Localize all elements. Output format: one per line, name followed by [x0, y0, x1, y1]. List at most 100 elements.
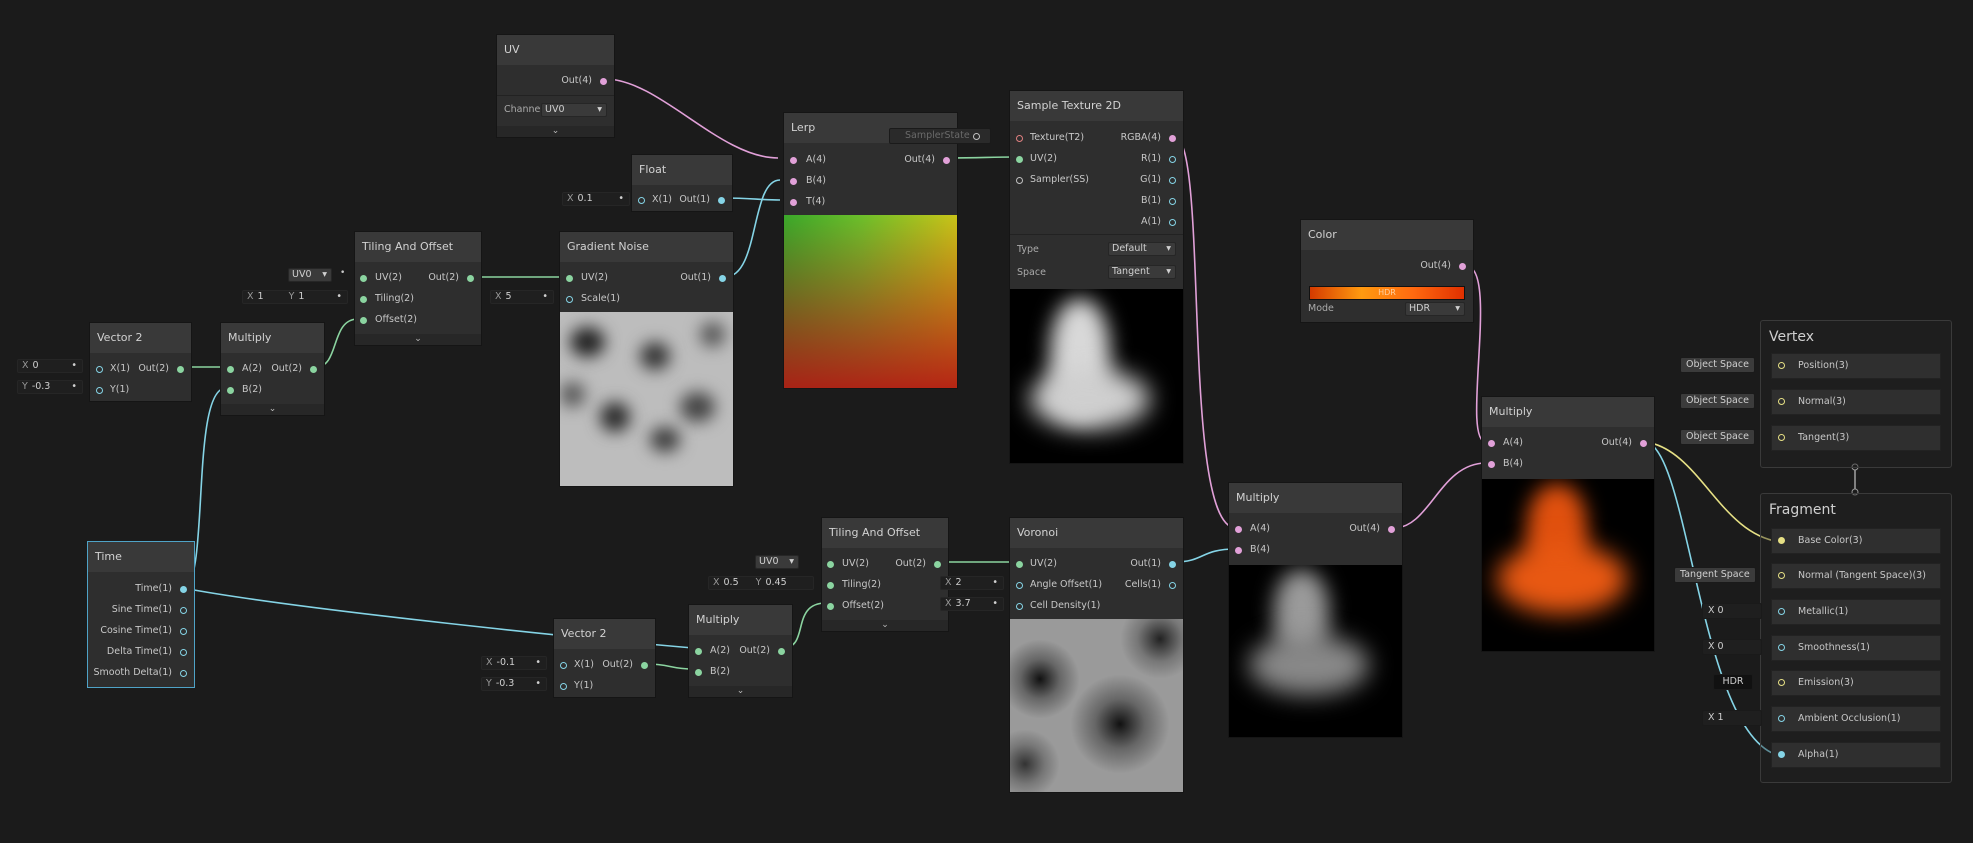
lerp-a-port[interactable] [790, 157, 797, 164]
fragment-alpha-port[interactable] [1778, 751, 1785, 758]
multiply-node-4[interactable]: Multiply A(4) B(4) Out(4) [1481, 396, 1655, 652]
gradient-scale-field[interactable]: X5 • [490, 290, 554, 304]
fragment-ao-port[interactable] [1778, 715, 1785, 722]
multiply-node-1[interactable]: Multiply A(2) B(2) Out(2) ⌄ [220, 322, 325, 416]
mult2-b-port[interactable] [695, 669, 702, 676]
voronoi-node[interactable]: Voronoi UV(2) Angle Offset(1) Cell Densi… [1009, 517, 1184, 793]
tiling2-tiling-port[interactable] [827, 582, 834, 589]
sample-rgba-port[interactable] [1169, 135, 1176, 142]
mult2-a-port[interactable] [695, 648, 702, 655]
vector2-node-a[interactable]: Vector 2 X(1) Y(1) Out(2) [89, 322, 192, 402]
gradient-noise-node[interactable]: Gradient Noise UV(2) Scale(1) Out(1) [559, 231, 734, 487]
tiling1-uv-dropdown[interactable]: UV0 ▾ [288, 268, 332, 282]
gradient-out-port[interactable] [719, 275, 726, 282]
mult2-out-port[interactable] [778, 648, 785, 655]
mult1-out-port[interactable] [310, 366, 317, 373]
uv-out-port[interactable] [600, 78, 607, 85]
sample-uv-in-port[interactable] [1016, 156, 1023, 163]
time-port-smooth-delta[interactable] [180, 670, 187, 677]
vertex-normal-port[interactable] [1778, 398, 1785, 405]
multiply-node-3[interactable]: Multiply A(4) B(4) Out(4) [1228, 482, 1403, 738]
tiling2-offset-port[interactable] [827, 603, 834, 610]
vertex-normal-space-chip[interactable]: Object Space [1680, 393, 1755, 409]
vec2a-out-port[interactable] [177, 366, 184, 373]
tiling1-offset-port[interactable] [360, 317, 367, 324]
fragment-metallic-field[interactable]: X 0 [1702, 603, 1762, 619]
color-mode-dropdown[interactable]: HDR ▾ [1405, 302, 1465, 316]
sample-texture-2d-node[interactable]: Sample Texture 2D Texture(T2) UV(2) Samp… [1009, 90, 1184, 464]
float-in-port[interactable] [638, 197, 645, 204]
fragment-context[interactable]: Fragment Base Color(3) Normal (Tangent S… [1760, 493, 1952, 783]
mult2-expand-toggle[interactable]: ⌄ [689, 686, 792, 697]
sample-a-port[interactable] [1169, 219, 1176, 226]
time-port-sine[interactable] [180, 607, 187, 614]
mult1-a-port[interactable] [227, 366, 234, 373]
vec2b-out-port[interactable] [641, 662, 648, 669]
vertex-position-space-chip[interactable]: Object Space [1680, 357, 1755, 373]
sample-b-port[interactable] [1169, 198, 1176, 205]
tiling1-expand-toggle[interactable]: ⌄ [355, 334, 481, 345]
vec2b-x-field[interactable]: X -0.1 • [481, 656, 547, 670]
fragment-slot-smoothness[interactable]: Smoothness(1) [1771, 635, 1941, 661]
vec2b-y-field[interactable]: Y -0.3 • [481, 677, 547, 691]
tiling2-out-port[interactable] [934, 561, 941, 568]
float-out-port[interactable] [718, 197, 725, 204]
tiling1-uv-port[interactable] [360, 275, 367, 282]
tiling-and-offset-node-2[interactable]: Tiling And Offset UV(2) Tiling(2) Offset… [821, 517, 949, 632]
mult4-b-port[interactable] [1488, 461, 1495, 468]
color-swatch[interactable]: HDR [1309, 286, 1465, 300]
voronoi-density-field[interactable]: X 3.7 • [940, 597, 1004, 611]
tiling1-tiling-field[interactable]: X1 Y1 • [242, 290, 348, 304]
fragment-metallic-port[interactable] [1778, 608, 1785, 615]
sample-space-dropdown[interactable]: Tangent ▾ [1108, 265, 1176, 279]
fragment-slot-alpha[interactable]: Alpha(1) [1771, 742, 1941, 768]
tiling1-out-port[interactable] [467, 275, 474, 282]
color-node[interactable]: Color Out(4) HDR Mode HDR ▾ [1300, 219, 1474, 323]
time-port-delta[interactable] [180, 649, 187, 656]
fragment-smoothness-field[interactable]: X 0 [1702, 639, 1762, 655]
vertex-slot-normal[interactable]: Normal(3) [1771, 389, 1941, 415]
vertex-tangent-port[interactable] [1778, 434, 1785, 441]
mult3-out-port[interactable] [1388, 526, 1395, 533]
mult1-b-port[interactable] [227, 387, 234, 394]
vec2a-y-port[interactable] [96, 387, 103, 394]
fragment-slot-base-color[interactable]: Base Color(3) [1771, 528, 1941, 554]
vec2a-y-field[interactable]: Y -0.3 • [17, 380, 83, 394]
sample-g-port[interactable] [1169, 177, 1176, 184]
voronoi-out-port[interactable] [1169, 561, 1176, 568]
sample-type-dropdown[interactable]: Default ▾ [1108, 242, 1176, 256]
uv-node[interactable]: UV Out(4) Channel UV0 ▾ ⌄ [496, 34, 615, 138]
mult1-expand-toggle[interactable]: ⌄ [221, 404, 324, 415]
voronoi-angle-field[interactable]: X2 • [940, 576, 1004, 590]
vector2-node-b[interactable]: Vector 2 X(1) Y(1) Out(2) [553, 618, 656, 698]
vertex-context[interactable]: Vertex Position(3) Normal(3) Tangent(3) [1760, 320, 1952, 468]
vec2b-x-port[interactable] [560, 662, 567, 669]
vec2b-y-port[interactable] [560, 683, 567, 690]
fragment-emission-port[interactable] [1778, 679, 1785, 686]
gradient-uv-port[interactable] [566, 275, 573, 282]
fragment-ao-field[interactable]: X 1 [1702, 710, 1762, 726]
multiply-node-2[interactable]: Multiply A(2) B(2) Out(2) ⌄ [688, 604, 793, 698]
vec2a-x-port[interactable] [96, 366, 103, 373]
vertex-slot-position[interactable]: Position(3) [1771, 353, 1941, 379]
float-node[interactable]: Float X(1) Out(1) [631, 154, 733, 212]
time-port-cosine[interactable] [180, 628, 187, 635]
fragment-slot-normal[interactable]: Normal (Tangent Space)(3) [1771, 563, 1941, 589]
time-port-time[interactable] [180, 586, 187, 593]
sample-texture-in-port[interactable] [1016, 135, 1023, 142]
vertex-position-port[interactable] [1778, 362, 1785, 369]
lerp-out-port[interactable] [943, 157, 950, 164]
uv-channel-dropdown[interactable]: UV0 ▾ [541, 103, 607, 117]
tiling1-tiling-port[interactable] [360, 296, 367, 303]
vertex-tangent-space-chip[interactable]: Object Space [1680, 429, 1755, 445]
fragment-normal-space-chip[interactable]: Tangent Space [1674, 567, 1756, 583]
tiling2-expand-toggle[interactable]: ⌄ [822, 620, 948, 631]
mult3-a-port[interactable] [1235, 526, 1242, 533]
vertex-slot-tangent[interactable]: Tangent(3) [1771, 425, 1941, 451]
voronoi-cells-port[interactable] [1169, 582, 1176, 589]
tiling-and-offset-node-1[interactable]: Tiling And Offset UV(2) Tiling(2) Offset… [354, 231, 482, 346]
mult3-b-port[interactable] [1235, 547, 1242, 554]
mult4-out-port[interactable] [1640, 440, 1647, 447]
mult4-a-port[interactable] [1488, 440, 1495, 447]
fragment-slot-emission[interactable]: Emission(3) [1771, 670, 1941, 696]
